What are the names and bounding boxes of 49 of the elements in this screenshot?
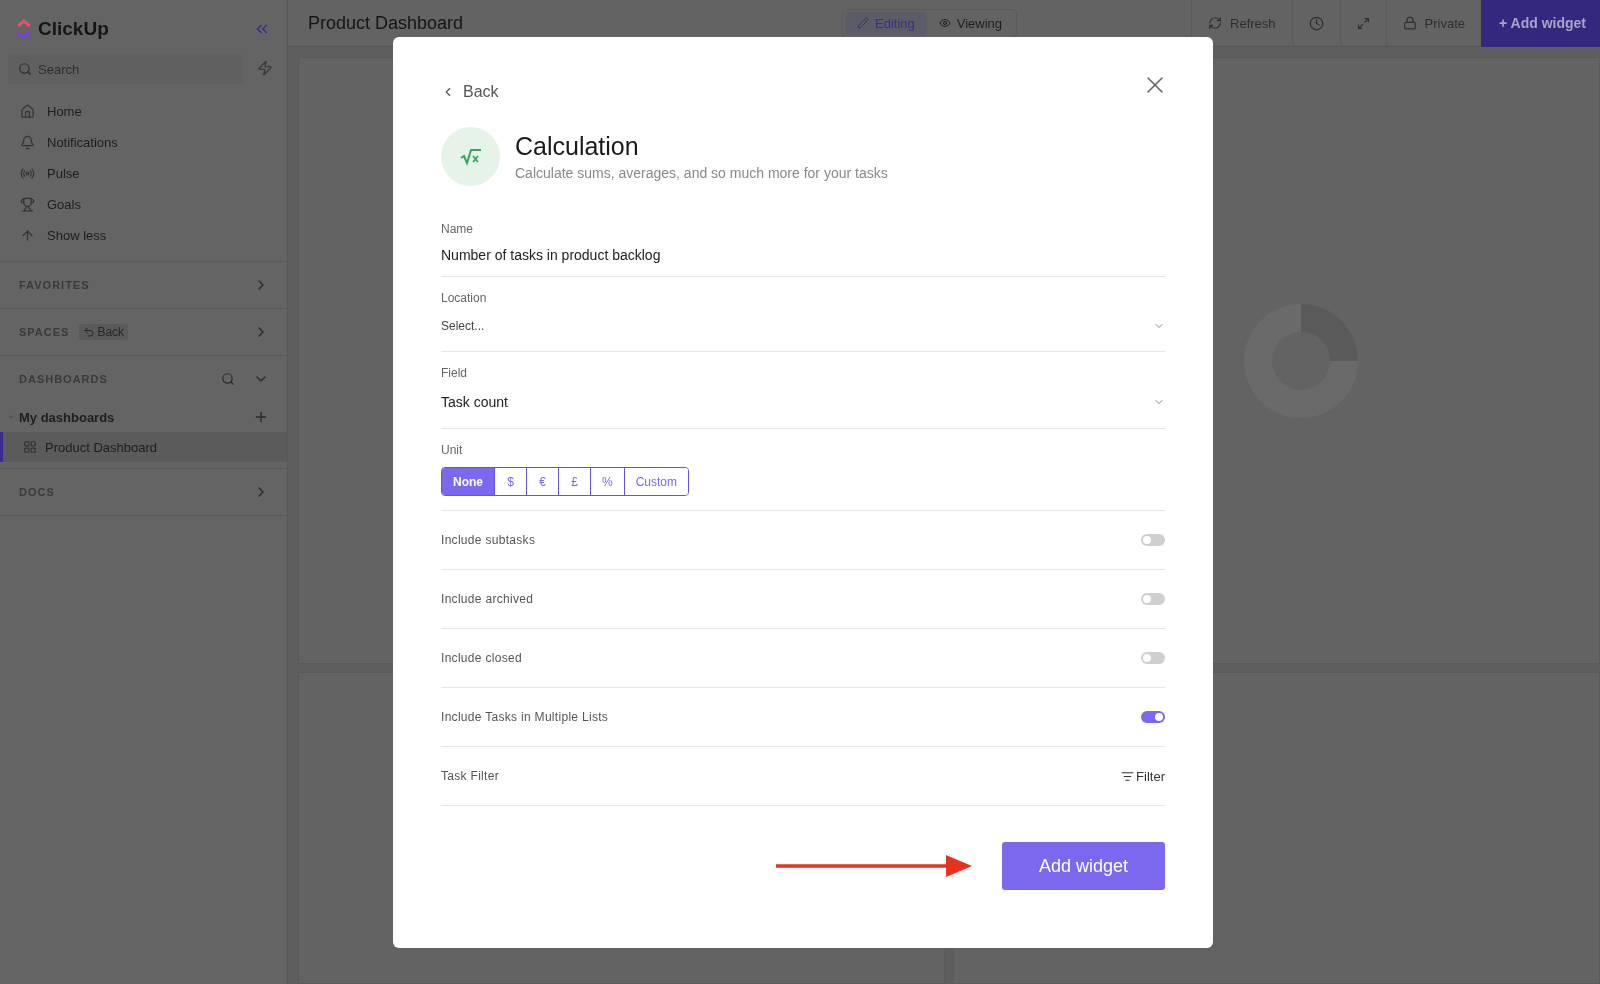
caret-icon[interactable] (7, 413, 15, 421)
field-label: Unit (441, 443, 464, 457)
search-icon (18, 62, 32, 76)
filter-icon (1121, 769, 1135, 783)
grid-icon (23, 440, 37, 454)
filter-label: Task Filter (441, 769, 499, 783)
toggle-label: Include Tasks in Multiple Lists (441, 710, 609, 724)
nav-item[interactable]: Goals (0, 189, 287, 220)
add-widget-button[interactable]: + Add widget (1481, 0, 1600, 47)
field-label: Field (441, 366, 468, 380)
toggle-label: Include archived (441, 592, 534, 606)
nav-item[interactable]: Show less (0, 220, 287, 251)
trophy-icon (20, 197, 35, 212)
lock-icon (1402, 16, 1417, 30)
folder-label[interactable]: My dashboards (19, 409, 253, 425)
nav-item[interactable]: Pulse (0, 158, 287, 189)
dashboard-item[interactable]: Product Dashboard (0, 432, 287, 462)
home-icon (20, 104, 35, 119)
bell-icon (20, 135, 35, 150)
eye-icon (938, 17, 951, 29)
field-label: Name (441, 222, 474, 236)
toggle-switch[interactable] (1141, 593, 1165, 605)
lightning-icon[interactable] (257, 60, 273, 76)
toggle-label: Include subtasks (441, 533, 536, 547)
logo[interactable]: ClickUp (14, 18, 109, 40)
unit-option[interactable]: Custom (623, 468, 688, 495)
undo-icon (83, 326, 96, 338)
toggle-switch[interactable] (1141, 652, 1165, 664)
back-link[interactable]: Back (441, 83, 499, 101)
location-select[interactable]: Select... (441, 315, 1165, 339)
filter-button[interactable]: Filter (1121, 768, 1165, 784)
toggle-label: Include closed (441, 651, 522, 665)
unit-option[interactable]: None (442, 468, 494, 495)
nav-item[interactable]: Home (0, 96, 287, 127)
pencil-icon (857, 17, 869, 29)
nav-item[interactable]: Notifications (0, 127, 287, 158)
plus-icon[interactable] (253, 409, 269, 425)
add-widget-button[interactable]: Add widget (1002, 842, 1165, 890)
broadcast-icon (20, 166, 35, 181)
mode-tab[interactable]: Viewing (926, 11, 1015, 35)
page-title: Product Dashboard (307, 12, 465, 34)
field-select[interactable]: Task count (441, 390, 1165, 416)
search-icon[interactable] (221, 372, 235, 386)
toggle-switch[interactable] (1141, 534, 1165, 546)
toggle-switch[interactable] (1141, 711, 1165, 723)
refresh-icon (1208, 16, 1222, 30)
dialog-title: Calculation (515, 132, 640, 161)
field-label: Location (441, 291, 488, 305)
dialog-subtitle: Calculate sums, averages, and so much more for your tasks (515, 165, 888, 181)
